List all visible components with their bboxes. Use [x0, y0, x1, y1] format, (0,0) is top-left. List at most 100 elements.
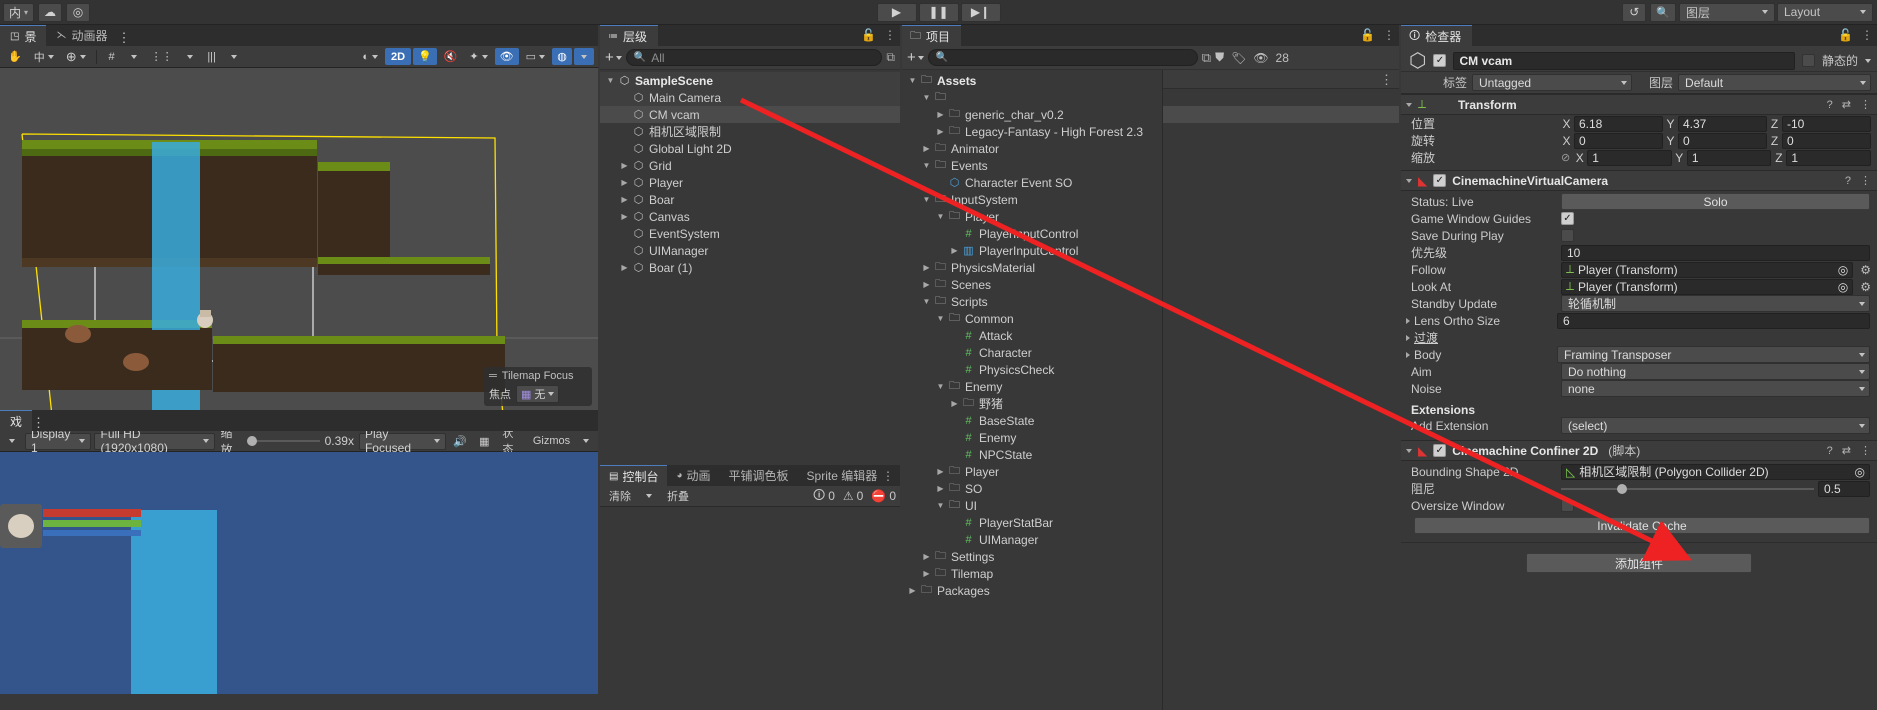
gizmos-dropdown[interactable]: ◍ — [552, 48, 572, 65]
tab-inspector[interactable]: 🛈 检查器 — [1401, 25, 1473, 46]
add-extension-dropdown[interactable]: (select) — [1561, 417, 1870, 434]
vcam-enabled-checkbox[interactable]: ✓ — [1433, 174, 1447, 187]
tree-item[interactable]: # PlayerStatBar — [902, 514, 1162, 531]
lookat-settings-gear-icon[interactable]: ⚙ — [1860, 280, 1871, 294]
tree-item[interactable]: ▶ 🗀 Player — [902, 463, 1162, 480]
expand-triangle-icon[interactable]: ▶ — [920, 552, 933, 561]
collapse-triangle-icon[interactable]: ▼ — [934, 501, 947, 510]
console-clear-button[interactable]: 清除 — [604, 488, 636, 505]
expand-triangle-icon[interactable] — [1406, 317, 1410, 324]
follow-settings-gear-icon[interactable]: ⚙ — [1860, 263, 1871, 277]
tree-item[interactable]: ▶ ⬡ Player — [600, 174, 900, 191]
collab-history-button[interactable]: ↺ — [1622, 2, 1647, 22]
tree-item[interactable]: ⬡ 相机区域限制 — [600, 123, 900, 140]
fx-dropdown[interactable]: ✦ — [464, 48, 492, 65]
tree-item[interactable]: ▼ 🗀 Player — [902, 208, 1162, 225]
object-picker-icon[interactable]: ◎ — [1838, 280, 1848, 294]
expand-triangle-icon[interactable]: ▶ — [618, 195, 631, 204]
tree-item[interactable]: # BaseState — [902, 412, 1162, 429]
save-during-play-checkbox[interactable] — [1561, 229, 1574, 242]
collapse-triangle-icon[interactable]: ▼ — [934, 382, 947, 391]
transform-y-input[interactable]: 4.37 — [1678, 115, 1767, 132]
global-dropdown[interactable]: ⊕ — [61, 48, 91, 65]
console-clear-dropdown[interactable] — [639, 488, 659, 505]
account-dropdown[interactable]: 内 ▾ — [3, 2, 35, 22]
hand-tool[interactable]: ✋ — [3, 48, 27, 65]
console-tab[interactable]: 平铺调色板 — [720, 465, 798, 486]
project-search-expand-icon[interactable]: ⧉ — [1202, 50, 1211, 66]
tree-item[interactable]: ▼ 🗀 UI — [902, 497, 1162, 514]
confiner-enabled-checkbox[interactable]: ✓ — [1433, 444, 1447, 457]
static-checkbox[interactable] — [1801, 54, 1815, 67]
tilemap-focus-dropdown[interactable]: ▦ 无 — [516, 385, 560, 403]
tree-item[interactable]: ▼ ⬡ SampleScene — [600, 72, 900, 89]
collapse-triangle-icon[interactable]: ▼ — [906, 76, 919, 85]
vcam-component-header[interactable]: ◣ ✓ CinemachineVirtualCamera ? ⋮ — [1401, 170, 1877, 191]
project-content-row-1[interactable] — [1163, 89, 1399, 106]
pivot-dropdown[interactable]: 中 — [29, 48, 59, 65]
tree-item[interactable]: # Character — [902, 344, 1162, 361]
play-button[interactable]: ▶ — [876, 2, 917, 22]
collapse-triangle-icon[interactable]: ▼ — [920, 93, 933, 102]
gizmos-caret-game[interactable] — [576, 433, 596, 450]
scale-slider[interactable] — [246, 433, 320, 449]
transform-y-input[interactable]: 0 — [1678, 132, 1767, 149]
hierarchy-tree[interactable]: ▼ ⬡ SampleScene ⬡ Main Camera ⬡ CM vcam ⬡ 相机区域限制… — [600, 70, 900, 276]
expand-triangle-icon[interactable] — [1406, 334, 1410, 341]
tree-item[interactable]: ▶ 🗀 野猪 — [902, 395, 1162, 412]
lighting-toggle[interactable]: 💡 — [413, 48, 437, 65]
transitions-row[interactable]: 过渡 — [1401, 329, 1877, 346]
damping-slider[interactable] — [1561, 481, 1814, 497]
expand-triangle-icon[interactable]: ▶ — [934, 467, 947, 476]
play-mode-dropdown[interactable]: Play Focused — [358, 427, 447, 455]
tree-item[interactable]: ▼ 🗀 Scripts — [902, 293, 1162, 310]
filter-by-type-icon[interactable]: ⛊ — [1215, 50, 1224, 65]
expand-triangle-icon[interactable]: ▶ — [906, 586, 919, 595]
object-picker-icon[interactable]: ◎ — [1838, 263, 1848, 277]
body-dropdown[interactable]: Framing Transposer — [1557, 346, 1870, 363]
warning-count[interactable]: ⚠ 0 — [843, 489, 863, 503]
bounding-shape-field[interactable]: ◺ 相机区域限制 (Polygon Collider 2D) ◎ — [1561, 463, 1870, 480]
standby-dropdown[interactable]: 轮循机制 — [1561, 295, 1870, 312]
project-content-row-selected[interactable] — [1163, 106, 1399, 123]
layout-dropdown[interactable]: Layout — [1777, 2, 1873, 22]
hidden-objects-toggle[interactable]: 👁 — [494, 48, 519, 65]
static-chevron-down-icon[interactable] — [1865, 58, 1871, 63]
transform-z-input[interactable]: 1 — [1786, 149, 1871, 166]
tree-item[interactable]: ▶ ▥ PlayerInputControl — [902, 242, 1162, 259]
object-picker-icon[interactable]: ◎ — [1855, 465, 1865, 479]
transform-x-input[interactable]: 1 — [1587, 149, 1672, 166]
lookat-object-field[interactable]: ⟂ Player (Transform) ◎ — [1561, 278, 1854, 295]
project-tree-pane[interactable]: ▼ 🗀 Assets ▼ 🗀 ▶ 🗀 generic_char_v0.2 ▶ 🗀 Legacy-Fa… — [902, 70, 1162, 710]
expand-triangle-icon[interactable]: ▶ — [618, 212, 631, 221]
inspector-lock-icon[interactable]: 🔓 — [1838, 28, 1853, 42]
expand-triangle-icon[interactable]: ▶ — [934, 110, 947, 119]
follow-object-field[interactable]: ⟂ Player (Transform) ◎ — [1561, 261, 1854, 278]
tree-item[interactable]: ⬡ CM vcam — [600, 106, 900, 123]
tab-project[interactable]: 🗀 项目 — [902, 25, 962, 46]
oversize-checkbox[interactable] — [1561, 499, 1574, 512]
snap-increment-dropdown[interactable]: ||| — [202, 48, 222, 65]
tree-item[interactable]: ▶ 🗀 Settings — [902, 548, 1162, 565]
preset-icon[interactable]: ⇄ — [1842, 444, 1851, 457]
expand-triangle-icon[interactable]: ▶ — [948, 399, 961, 408]
tree-item[interactable]: ▼ 🗀 Common — [902, 310, 1162, 327]
help-icon[interactable]: ? — [1827, 445, 1833, 457]
project-content-pane[interactable]: ⋮ — [1162, 70, 1399, 710]
hierarchy-search-input[interactable]: 🔍 All — [625, 49, 883, 66]
tree-item[interactable]: # UIManager — [902, 531, 1162, 548]
gameobject-name-input[interactable]: CM vcam — [1453, 51, 1795, 70]
grid-snap-caret[interactable] — [124, 48, 144, 65]
expand-triangle-icon[interactable] — [1406, 351, 1410, 358]
scene-view-viewport[interactable]: ═ Tilemap Focus 焦点 ▦ 无 — [0, 68, 598, 410]
game-panel-menu-icon[interactable]: ⋮ — [32, 415, 45, 431]
transform-y-input[interactable]: 1 — [1686, 149, 1772, 166]
hidden-packages-icon[interactable]: 👁 — [1253, 51, 1268, 65]
damping-slider-knob[interactable] — [1616, 483, 1627, 494]
grid-visibility-caret[interactable] — [180, 48, 200, 65]
gameobject-active-checkbox[interactable]: ✓ — [1433, 54, 1447, 67]
tree-item[interactable]: ▼ 🗀 InputSystem — [902, 191, 1162, 208]
collapse-triangle-icon[interactable] — [1406, 102, 1412, 107]
game-view-viewport[interactable] — [0, 452, 598, 694]
layers-dropdown[interactable]: 图层 — [1679, 2, 1775, 22]
